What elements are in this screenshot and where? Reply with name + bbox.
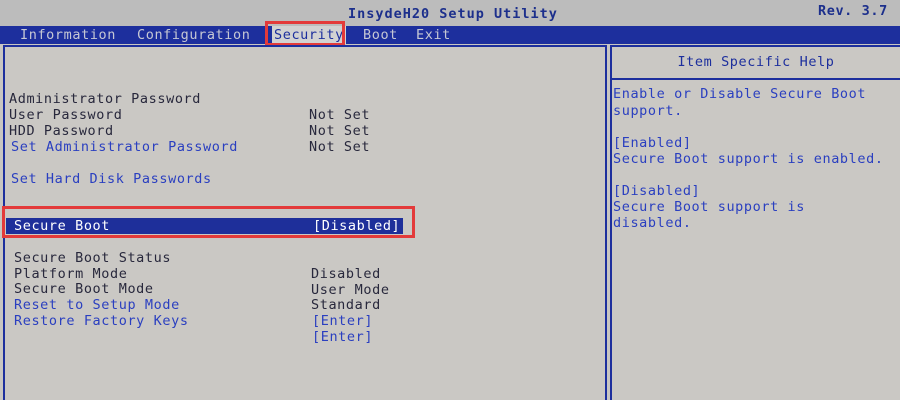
admin-password-label: Administrator Password (9, 91, 202, 107)
restore-factory-keys-label[interactable]: Restore Factory Keys (14, 313, 189, 329)
help-text-line: Secure Boot support is enabled. (613, 151, 884, 167)
help-text-line: [Enabled] (613, 135, 692, 151)
help-text-line: support. (613, 103, 683, 119)
reset-setup-mode-row[interactable]: Reset to Setup Mode [Enter] (14, 281, 372, 329)
secure-boot-value[interactable]: [Disabled] (313, 218, 400, 234)
secure-boot-status-value: Disabled (311, 266, 381, 282)
user-password-value: Not Set (309, 123, 371, 139)
tab-exit[interactable]: Exit (414, 26, 453, 44)
user-password-row: User Password Not Set (9, 91, 369, 139)
hdd-password-label: HDD Password (9, 123, 114, 139)
admin-password-value: Not Set (309, 107, 371, 123)
admin-password-row: Administrator Password Not Set (9, 75, 369, 123)
platform-mode-value: User Mode (311, 282, 390, 298)
menu-bar: Information Configuration Security Boot … (0, 26, 900, 44)
reset-setup-mode-value[interactable]: [Enter] (312, 313, 373, 329)
help-text-line: Secure Boot support is (613, 199, 806, 215)
secure-boot-mode-row: Secure Boot Mode Standard (14, 265, 380, 313)
tab-configuration[interactable]: Configuration (135, 26, 252, 44)
help-text-line: Enable or Disable Secure Boot (613, 86, 867, 102)
restore-factory-keys-value[interactable]: [Enter] (312, 329, 373, 345)
restore-factory-keys-row[interactable]: Restore Factory Keys [Enter] (14, 297, 372, 345)
platform-mode-row: Platform Mode User Mode (14, 250, 389, 298)
tab-security[interactable]: Security (272, 26, 346, 44)
hdd-password-value: Not Set (309, 139, 371, 155)
secure-boot-label: Secure Boot (14, 218, 111, 234)
app-title: InsydeH20 Setup Utility (348, 6, 558, 22)
reset-setup-mode-label[interactable]: Reset to Setup Mode (14, 297, 180, 313)
set-admin-password-item[interactable]: Set Administrator Password (11, 139, 238, 155)
secure-boot-status-label: Secure Boot Status (14, 250, 172, 266)
set-hdd-passwords-item[interactable]: Set Hard Disk Passwords (11, 171, 212, 187)
help-text-line: [Disabled] (613, 183, 701, 199)
secure-boot-mode-label: Secure Boot Mode (14, 281, 154, 297)
hdd-password-row: HDD Password Not Set (9, 107, 369, 155)
help-title: Item Specific Help (612, 47, 900, 80)
secure-boot-mode-value: Standard (311, 297, 381, 313)
title-bar: InsydeH20 Setup Utility Rev. 3.7 (0, 0, 900, 26)
version-label: Rev. 3.7 (818, 3, 888, 19)
help-text-line: disabled. (613, 215, 692, 231)
tab-boot[interactable]: Boot (361, 26, 400, 44)
tab-information[interactable]: Information (18, 26, 118, 44)
secure-boot-status-row: Secure Boot Status Disabled (14, 234, 380, 282)
secure-boot-row[interactable]: Secure Boot [Disabled] (6, 218, 403, 234)
